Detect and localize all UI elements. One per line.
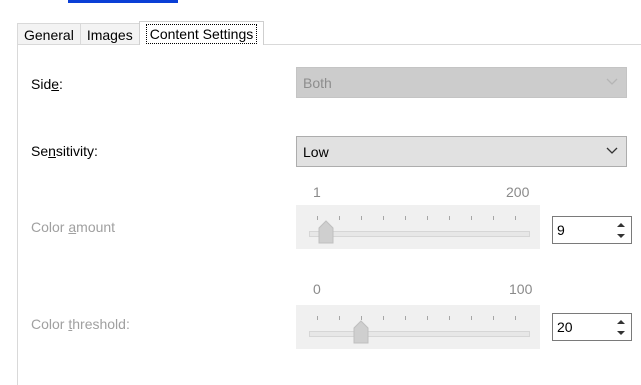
- spin-buttons: [613, 219, 629, 241]
- slider-thumb: [353, 320, 369, 344]
- chevron-down-icon: [606, 147, 618, 154]
- color-threshold-slider: [296, 305, 540, 349]
- link-underline[interactable]: [68, 0, 178, 3]
- caret-down-icon: [617, 233, 625, 238]
- color-amount-value: 9: [557, 222, 565, 238]
- color-amount-max: 200: [506, 184, 530, 200]
- color-amount-slider: [296, 205, 540, 249]
- tab-general[interactable]: General: [17, 23, 81, 45]
- color-threshold-min: 0: [313, 281, 321, 297]
- color-threshold-label: Color threshold:: [31, 316, 130, 332]
- sensitivity-label: Sensitivity:: [31, 143, 98, 159]
- side-select-value: Both: [303, 74, 332, 91]
- caret-up-icon: [617, 222, 625, 227]
- caret-down-icon: [617, 330, 625, 335]
- side-select: Both: [296, 67, 627, 98]
- slider-track: [309, 231, 530, 237]
- sensitivity-select-value: Low: [303, 143, 329, 160]
- color-amount-label: Color amount: [31, 219, 116, 235]
- color-threshold-spinbox[interactable]: 20: [552, 313, 632, 341]
- tab-bar: General Images Content Settings: [17, 21, 265, 45]
- slider-thumb: [318, 220, 334, 244]
- color-amount-spinbox[interactable]: 9: [552, 216, 632, 244]
- spin-down-button[interactable]: [613, 230, 629, 241]
- color-threshold-max: 100: [509, 281, 533, 297]
- slider-track: [309, 331, 530, 337]
- side-label: Side:: [31, 76, 63, 92]
- tab-images[interactable]: Images: [79, 23, 140, 45]
- spin-buttons: [613, 316, 629, 338]
- spin-up-button[interactable]: [613, 316, 629, 327]
- sensitivity-select[interactable]: Low: [296, 136, 627, 167]
- tab-content-settings[interactable]: Content Settings: [138, 21, 265, 45]
- spin-up-button[interactable]: [613, 219, 629, 230]
- chevron-down-icon: [606, 78, 618, 85]
- color-amount-min: 1: [313, 184, 321, 200]
- caret-up-icon: [617, 319, 625, 324]
- spin-down-button[interactable]: [613, 327, 629, 338]
- color-threshold-value: 20: [557, 319, 573, 335]
